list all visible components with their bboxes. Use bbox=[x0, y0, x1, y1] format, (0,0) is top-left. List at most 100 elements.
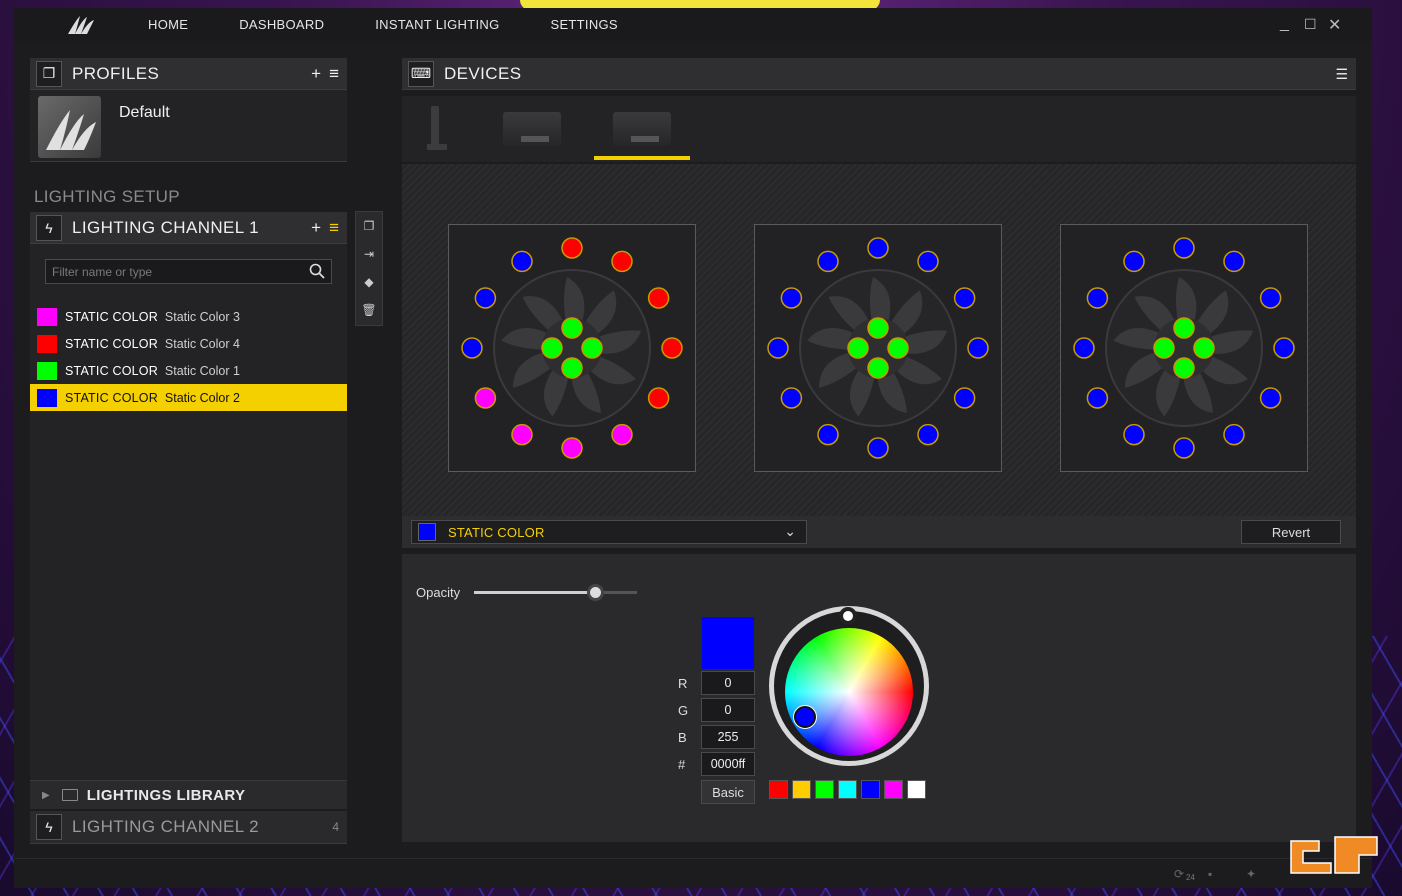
fan-ring-led bbox=[474, 387, 497, 409]
channel1-title: LIGHTING CHANNEL 1 bbox=[72, 217, 259, 237]
layers-menu-icon[interactable]: ≡ bbox=[329, 218, 339, 238]
profile-name: Default bbox=[119, 104, 170, 121]
add-profile-icon[interactable]: + bbox=[311, 64, 321, 84]
layer-type: STATIC COLOR bbox=[65, 336, 158, 351]
move-icon[interactable]: ◆ bbox=[356, 268, 382, 296]
preset-color-swatch[interactable] bbox=[838, 780, 857, 799]
device-tabs bbox=[402, 96, 1356, 162]
copy-icon[interactable]: ❐ bbox=[356, 212, 382, 240]
lightings-library[interactable]: ▶ LIGHTINGS LIBRARY bbox=[30, 780, 347, 809]
channel1-layers-panel: Filter name or type STATIC COLOR Static C… bbox=[30, 244, 347, 780]
basic-button[interactable]: Basic bbox=[701, 780, 755, 804]
color-wheel-widget bbox=[769, 606, 929, 766]
fan-center-led bbox=[541, 337, 563, 359]
layer-item[interactable]: STATIC COLOR Static Color 3 bbox=[30, 303, 347, 330]
layer-tools: ❐ ⇥ ◆ 🗑 bbox=[355, 211, 383, 326]
layer-color-swatch bbox=[37, 361, 57, 380]
current-color-swatch bbox=[702, 617, 754, 669]
add-layer-icon[interactable]: + bbox=[311, 218, 321, 238]
color-picker-knob[interactable] bbox=[794, 706, 816, 728]
paste-icon[interactable]: ⇥ bbox=[356, 240, 382, 268]
layer-color-swatch bbox=[37, 334, 57, 353]
fan-ring-led bbox=[461, 337, 483, 359]
devices-title: DEVICES bbox=[444, 63, 522, 83]
device-tab-node-2[interactable] bbox=[594, 102, 690, 160]
r-input[interactable]: 0 bbox=[701, 671, 755, 695]
nav-instant-lighting[interactable]: INSTANT LIGHTING bbox=[375, 17, 499, 32]
close-icon[interactable]: ✕ bbox=[1328, 15, 1341, 35]
fan-ring-led bbox=[474, 287, 497, 309]
color-settings: Opacity R 0 G 0 B 255 # 0000ff Basic bbox=[402, 554, 1356, 842]
fan-ring-led bbox=[561, 437, 583, 459]
fan-1[interactable] bbox=[448, 224, 696, 472]
opacity-knob[interactable] bbox=[587, 584, 605, 601]
main-nav: HOME DASHBOARD INSTANT LIGHTING SETTINGS bbox=[148, 17, 669, 32]
fan-center-led bbox=[847, 337, 869, 359]
effect-color-swatch bbox=[418, 523, 436, 541]
twitter-icon[interactable]: ✦ bbox=[1246, 867, 1262, 881]
fan-ring-led bbox=[647, 287, 670, 309]
color-wheel[interactable] bbox=[785, 628, 913, 756]
minimize-icon[interactable]: _ bbox=[1280, 15, 1289, 33]
layer-item[interactable]: STATIC COLOR Static Color 1 bbox=[30, 357, 347, 384]
fan-ring-led bbox=[780, 387, 803, 409]
fan-center-led bbox=[887, 337, 909, 359]
effect-type-select[interactable]: STATIC COLOR ⌄ bbox=[411, 520, 807, 544]
preset-color-swatch[interactable] bbox=[815, 780, 834, 799]
preset-color-swatch[interactable] bbox=[907, 780, 926, 799]
fan-ring-led bbox=[1086, 287, 1109, 309]
revert-button[interactable]: Revert bbox=[1241, 520, 1341, 544]
b-label: B bbox=[678, 730, 687, 745]
search-icon[interactable] bbox=[309, 263, 325, 279]
r-label: R bbox=[678, 676, 688, 691]
b-input[interactable]: 255 bbox=[701, 725, 755, 749]
maximize-icon[interactable]: ☐ bbox=[1304, 16, 1317, 33]
lighting-setup-label: LIGHTING SETUP bbox=[34, 187, 180, 206]
devices-header: ⌨ DEVICES ☰ bbox=[402, 58, 1356, 90]
preset-color-swatch[interactable] bbox=[769, 780, 788, 799]
layer-item[interactable]: STATIC COLOR Static Color 2 bbox=[30, 384, 347, 411]
fan-ring-led bbox=[917, 423, 939, 446]
filter-input[interactable]: Filter name or type bbox=[45, 259, 332, 284]
fan-3[interactable] bbox=[1060, 224, 1308, 472]
brightness-knob[interactable] bbox=[839, 607, 857, 625]
devices-menu-icon[interactable]: ☰ bbox=[1335, 66, 1348, 83]
nav-home[interactable]: HOME bbox=[148, 17, 188, 32]
hex-label: # bbox=[678, 757, 686, 772]
delete-icon[interactable]: 🗑 bbox=[356, 296, 382, 324]
fan-2[interactable] bbox=[754, 224, 1002, 472]
hex-input[interactable]: 0000ff bbox=[701, 752, 755, 776]
channel2-header[interactable]: ϟ LIGHTING CHANNEL 2 4 bbox=[30, 811, 347, 844]
channel1-header[interactable]: ϟ LIGHTING CHANNEL 1 + ≡ bbox=[30, 212, 347, 244]
device-tab-node-1[interactable] bbox=[502, 102, 562, 160]
fan-ring-led bbox=[611, 250, 633, 273]
nav-dashboard[interactable]: DASHBOARD bbox=[239, 17, 324, 32]
effect-bar: STATIC COLOR ⌄ Revert bbox=[402, 516, 1356, 548]
profile-item[interactable]: Default bbox=[30, 90, 347, 162]
nav-settings[interactable]: SETTINGS bbox=[550, 17, 617, 32]
profiles-header: ❐ PROFILES + ≡ bbox=[30, 58, 347, 90]
g-input[interactable]: 0 bbox=[701, 698, 755, 722]
chevron-down-icon: ⌄ bbox=[784, 523, 796, 539]
fan-ring-led bbox=[1086, 387, 1109, 409]
channel2-count: 4 bbox=[332, 820, 339, 834]
fan-ring-led bbox=[953, 387, 976, 409]
device-tab-stand[interactable] bbox=[424, 102, 450, 160]
chat-icon[interactable]: ▪ bbox=[1208, 867, 1224, 881]
layer-type: STATIC COLOR bbox=[65, 390, 158, 405]
layer-item[interactable]: STATIC COLOR Static Color 4 bbox=[30, 330, 347, 357]
lighting-node-icon bbox=[503, 112, 561, 146]
fan-ring-led bbox=[1173, 237, 1195, 259]
preset-color-swatch[interactable] bbox=[792, 780, 811, 799]
title-bar: HOME DASHBOARD INSTANT LIGHTING SETTINGS… bbox=[14, 8, 1372, 41]
device-canvas bbox=[402, 164, 1356, 516]
profiles-menu-icon[interactable]: ≡ bbox=[329, 64, 339, 84]
corsair-sails-icon bbox=[46, 110, 96, 150]
preset-color-swatch[interactable] bbox=[861, 780, 880, 799]
g-label: G bbox=[678, 703, 689, 718]
fan-ring-led bbox=[511, 423, 533, 446]
opacity-slider[interactable] bbox=[474, 584, 637, 601]
layer-name: Static Color 4 bbox=[164, 336, 240, 351]
fan-ring-led bbox=[1259, 387, 1282, 409]
preset-color-swatch[interactable] bbox=[884, 780, 903, 799]
